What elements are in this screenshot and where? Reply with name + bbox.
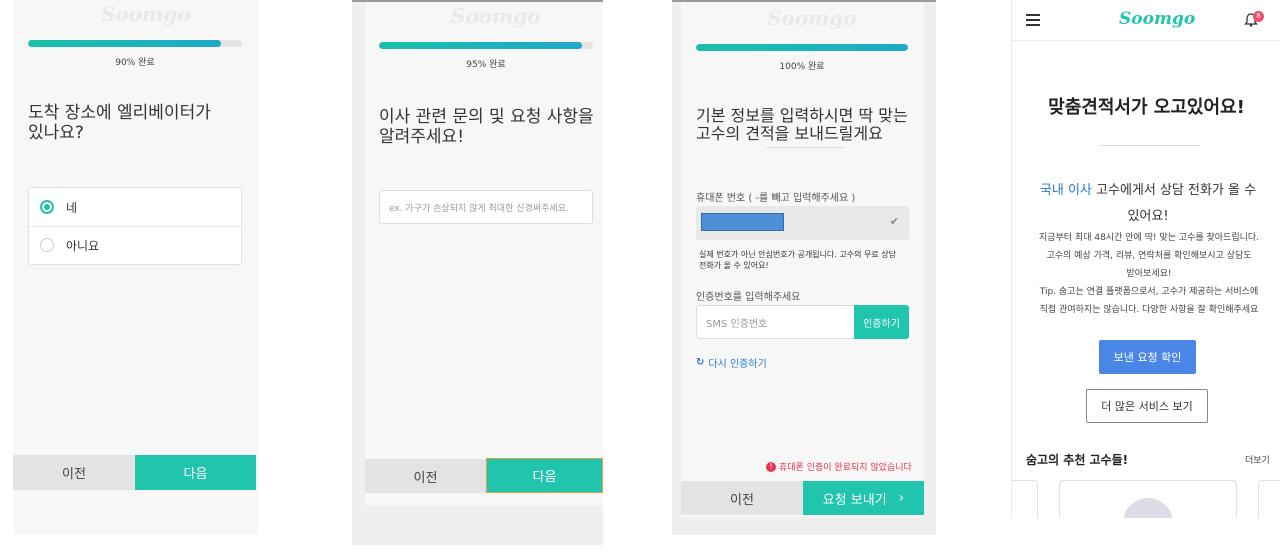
request-notes-input[interactable]: ex. 가구가 손상되지 않게 최대한 신경써주세요. (379, 190, 593, 224)
phone-input[interactable]: ✔ (696, 206, 909, 240)
screen-basic-info: Soomgo 100% 완료 기본 정보를 입력하시면 딱 맞는 고수의 견적을… (681, 2, 924, 517)
progress-label: 95% 완료 (466, 60, 506, 70)
more-link[interactable]: 더보기 (1245, 453, 1270, 466)
soomgo-logo: Soomgo (451, 4, 541, 28)
option-no[interactable]: 아니요 (29, 226, 241, 264)
options-card: 네 아니요 (28, 187, 242, 265)
check-icon: ✔ (889, 215, 899, 228)
question-title: 이사 관련 문의 및 요청 사항을 알려주세요! (379, 107, 594, 147)
recommend-title: 숨고의 추천 고수들! (1026, 453, 1129, 467)
progress-label: 100% 완료 (779, 62, 825, 72)
error-message: ! 휴대폰 인증이 완료되지 않았습니다 (766, 460, 912, 473)
next-button[interactable]: 다음 (135, 455, 256, 490)
divider (1099, 145, 1200, 146)
prev-button[interactable]: 이전 (13, 455, 135, 490)
error-icon: ! (766, 461, 776, 472)
progress-bar (28, 40, 242, 47)
screen-request-notes: Soomgo 95% 완료 이사 관련 문의 및 요청 사항을 알려주세요! e… (365, 2, 603, 506)
notification-badge: 8 (1253, 11, 1264, 22)
radio-unselected-icon[interactable] (40, 238, 54, 252)
phone-label: 휴대폰 번호 ( -를 빼고 입력해주세요 ) (696, 193, 856, 204)
hamburger-menu-icon[interactable] (1026, 14, 1040, 26)
next-button[interactable]: 다음 (486, 458, 603, 493)
resend-link[interactable]: ↻ 다시 인증하기 (696, 355, 767, 370)
view-sent-requests-button[interactable]: 보낸 요청 확인 (1099, 340, 1196, 374)
phone-notice: 실제 번호가 아닌 안심번호가 공개됩니다. 고수의 무료 상담 전화가 올 수… (699, 250, 896, 270)
error-text: 휴대폰 인증이 완료되지 않았습니다 (779, 463, 912, 473)
progress-fill (379, 42, 583, 49)
submit-label: 요청 보내기 (822, 492, 887, 508)
avatar (1123, 498, 1173, 518)
soomgo-logo[interactable]: Soomgo (1119, 9, 1195, 29)
description: 지금부터 최대 48시간 안에 딱! 맞는 고수를 찾아드립니다. 고수의 예상… (1038, 233, 1260, 315)
service-message: 국내 이사 고수에게서 상담 전화가 올 수 있어요! (1018, 178, 1278, 230)
screen-elevator-question: Soomgo 90% 완료 도착 장소에 엘리베이터가 있나요? 네 아니요 이… (13, 0, 259, 534)
soomgo-logo: Soomgo (101, 2, 191, 26)
service-message-line2: 있어요! (1127, 209, 1169, 224)
screen-request-complete: Soomgo 8 맞춤견적서가 오고있어요! 국내 이사 고수에게서 상담 전화… (1011, 0, 1280, 518)
sms-code-input[interactable]: SMS 인증번호 (696, 305, 855, 339)
header: Soomgo 8 (1012, 0, 1280, 41)
submit-request-button[interactable]: 요청 보내기 › (803, 481, 924, 515)
progress-bar (379, 42, 593, 49)
progress-fill (28, 40, 221, 47)
refresh-icon: ↻ (696, 357, 705, 368)
pro-card[interactable] (1059, 480, 1237, 518)
question-title: 도착 장소에 엘리베이터가 있나요? (28, 103, 211, 143)
progress-label: 90% 완료 (115, 58, 155, 68)
progress-fill (696, 44, 908, 51)
pro-card[interactable] (1012, 480, 1038, 518)
resend-label: 다시 인증하기 (708, 359, 767, 370)
verify-button[interactable]: 인증하기 (854, 305, 909, 339)
prev-button[interactable]: 이전 (681, 481, 803, 515)
service-message-text: 고수에게서 상담 전화가 올 수 (1091, 183, 1257, 198)
service-name: 국내 이사 (1039, 183, 1092, 198)
progress-bar (696, 44, 908, 51)
prev-button[interactable]: 이전 (365, 459, 486, 493)
divider (766, 147, 844, 148)
question-title: 기본 정보를 입력하시면 딱 맞는 고수의 견적을 보내드릴게요 (696, 106, 908, 143)
option-yes[interactable]: 네 (29, 188, 241, 227)
option-label: 네 (66, 200, 78, 215)
chevron-right-icon: › (898, 490, 905, 506)
pro-card[interactable] (1258, 480, 1280, 518)
option-label: 아니요 (66, 238, 100, 253)
soomgo-logo: Soomgo (767, 6, 857, 30)
more-services-button[interactable]: 더 많은 서비스 보기 (1086, 389, 1208, 423)
code-label: 인증번호를 입력해주세요 (696, 292, 801, 303)
radio-selected-icon[interactable] (40, 200, 54, 214)
phone-value-redacted (701, 213, 784, 231)
headline: 맞춤견적서가 오고있어요! (1048, 97, 1245, 118)
